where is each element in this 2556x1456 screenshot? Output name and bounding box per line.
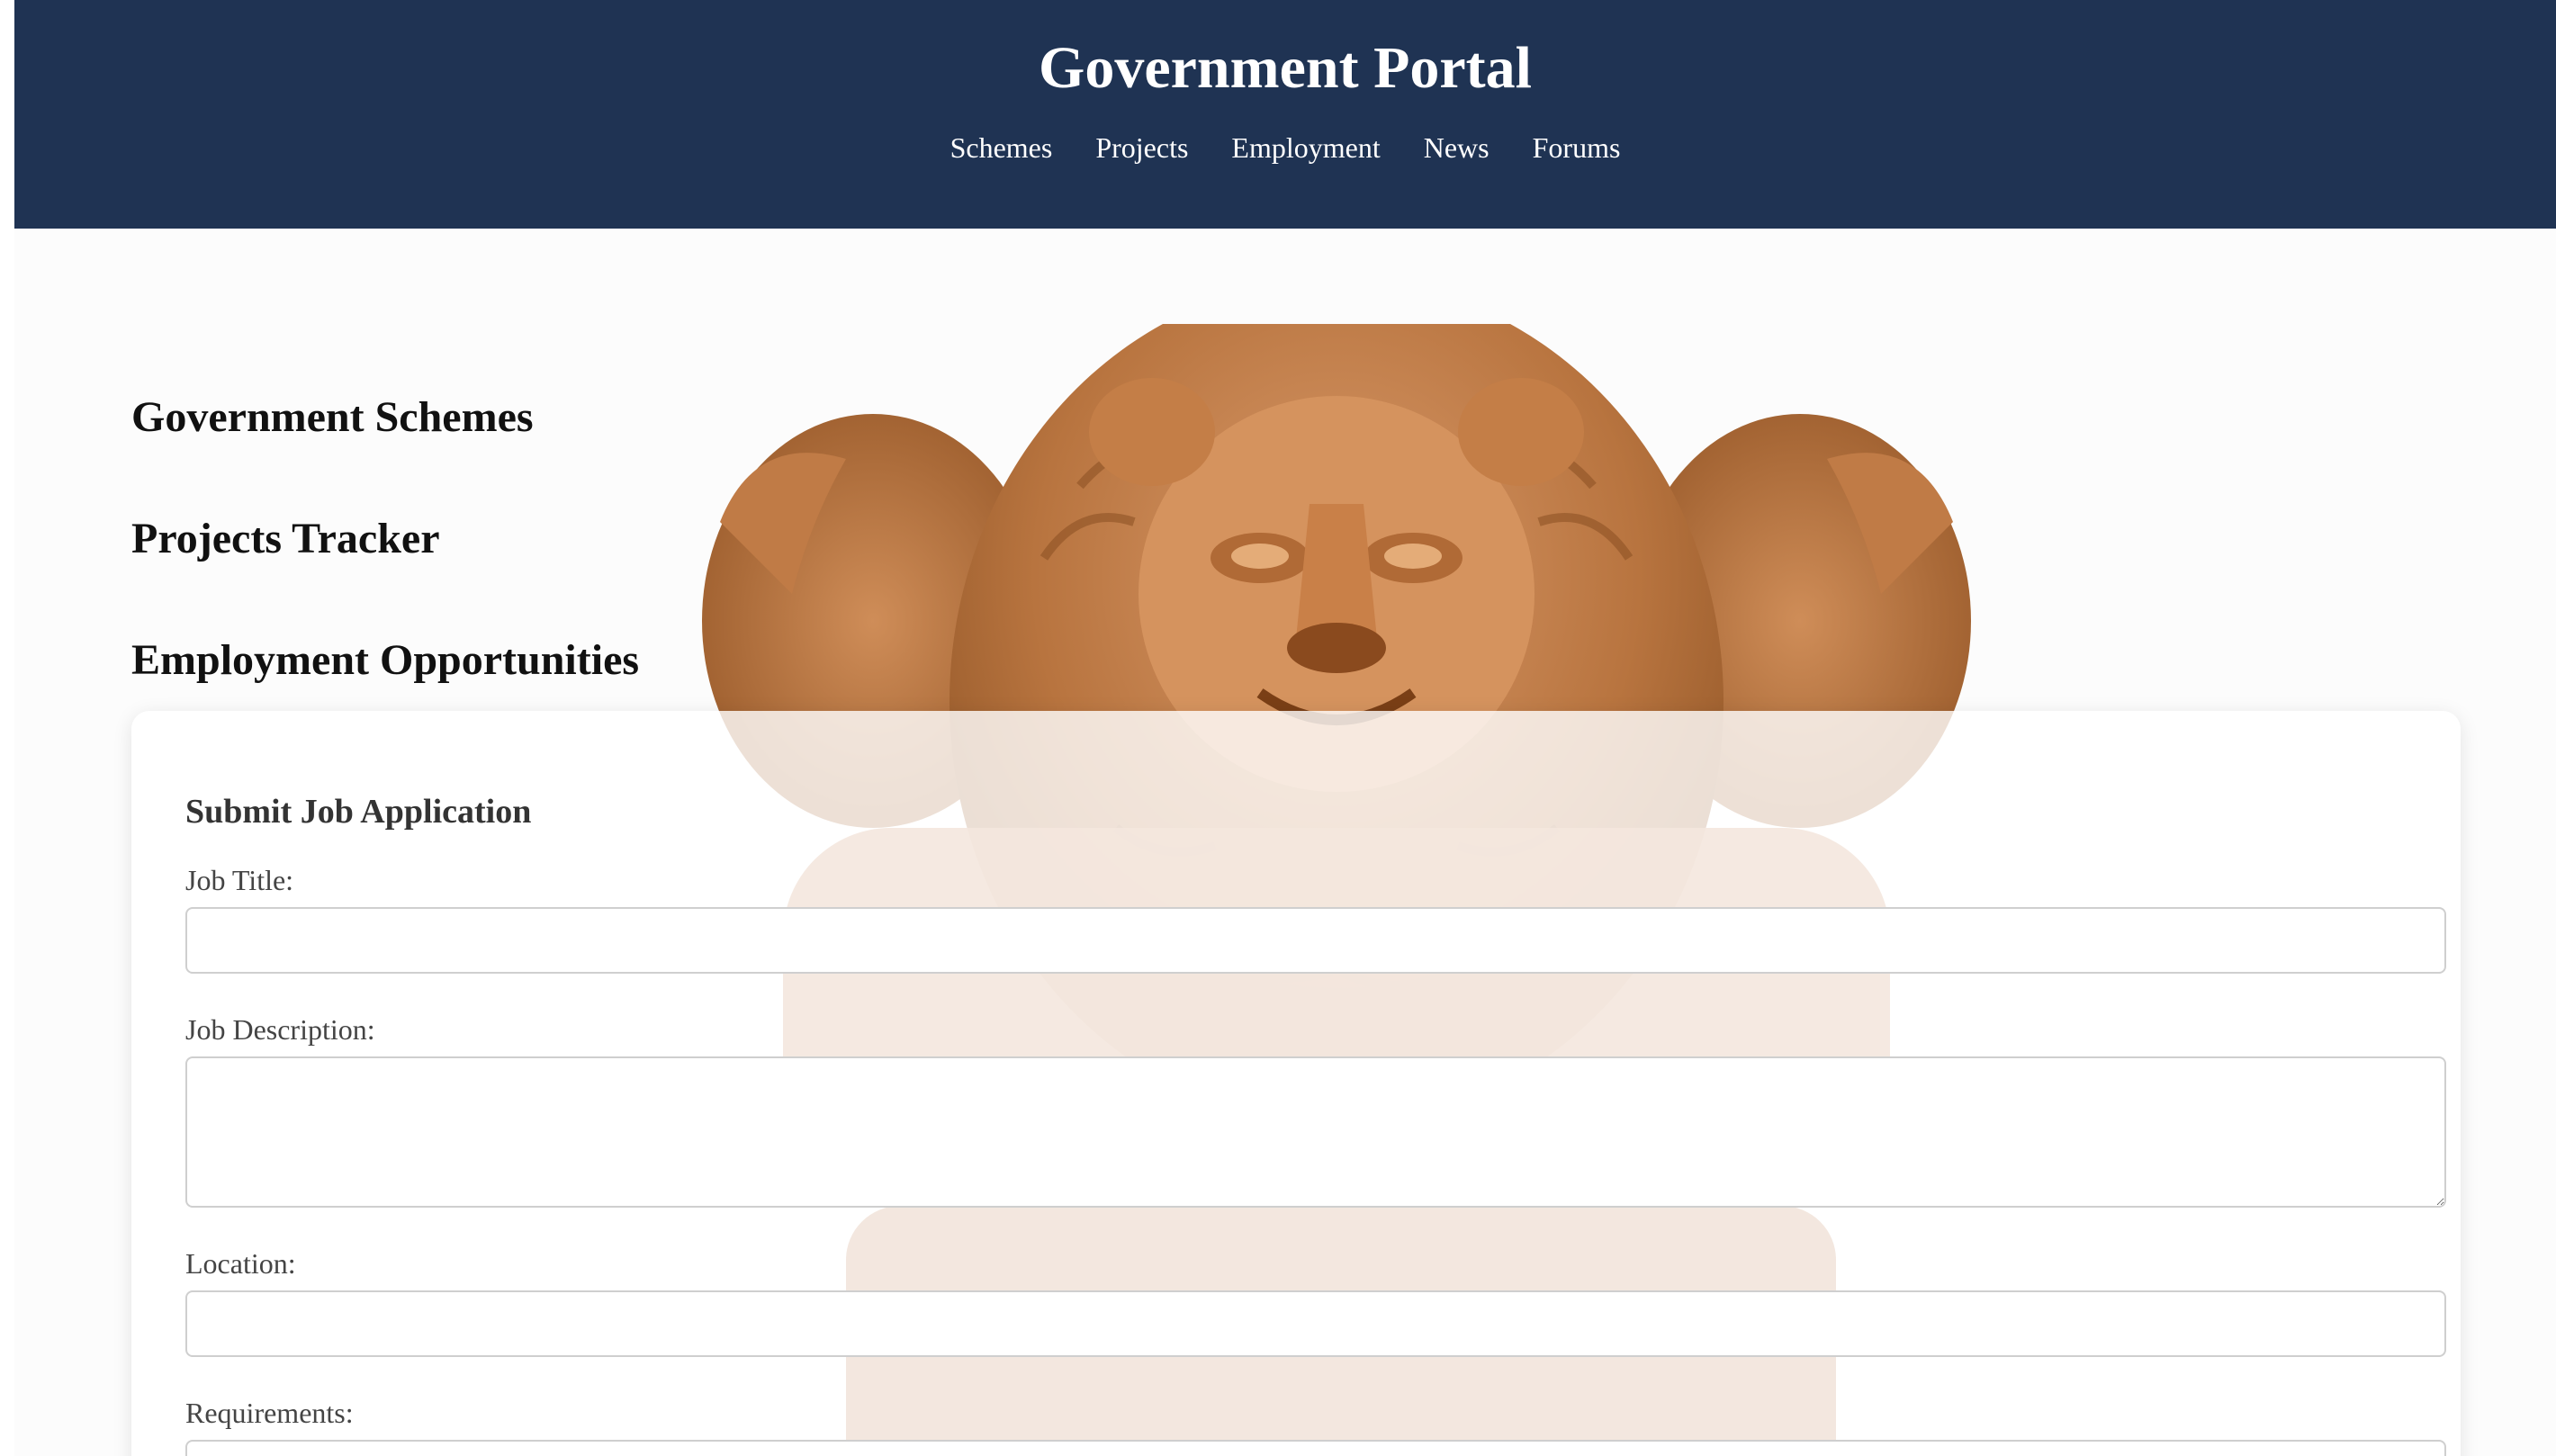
- nav-link-news[interactable]: News: [1424, 130, 1490, 166]
- location-label: Location:: [185, 1247, 296, 1280]
- page: Government Portal Schemes Projects Emplo…: [0, 0, 2556, 1456]
- nav-link-employment[interactable]: Employment: [1231, 130, 1380, 166]
- job-application-card: Submit Job Application Job Title: Job De…: [131, 711, 2461, 1456]
- main-content: Government Schemes Projects Tracker Empl…: [131, 360, 2462, 724]
- job-title-input[interactable]: [185, 907, 2446, 974]
- main-nav: Schemes Projects Employment News Forums: [14, 130, 2556, 166]
- site-header: Government Portal Schemes Projects Emplo…: [14, 0, 2556, 229]
- employment-heading: Employment Opportunities: [131, 636, 640, 684]
- nav-link-forums[interactable]: Forums: [1533, 130, 1621, 166]
- location-input[interactable]: [185, 1290, 2446, 1357]
- form-title: Submit Job Application: [185, 793, 532, 831]
- requirements-input[interactable]: [185, 1440, 2446, 1456]
- schemes-heading: Government Schemes: [131, 393, 534, 441]
- requirements-label: Requirements:: [185, 1397, 354, 1429]
- nav-link-projects[interactable]: Projects: [1095, 130, 1188, 166]
- job-description-textarea[interactable]: [185, 1056, 2446, 1208]
- job-title-label: Job Title:: [185, 864, 294, 896]
- left-edge-strip: [0, 0, 14, 1456]
- site-title: Government Portal: [1038, 35, 1532, 101]
- job-description-label: Job Description:: [185, 1013, 375, 1046]
- projects-heading: Projects Tracker: [131, 515, 440, 562]
- nav-link-schemes[interactable]: Schemes: [950, 130, 1053, 166]
